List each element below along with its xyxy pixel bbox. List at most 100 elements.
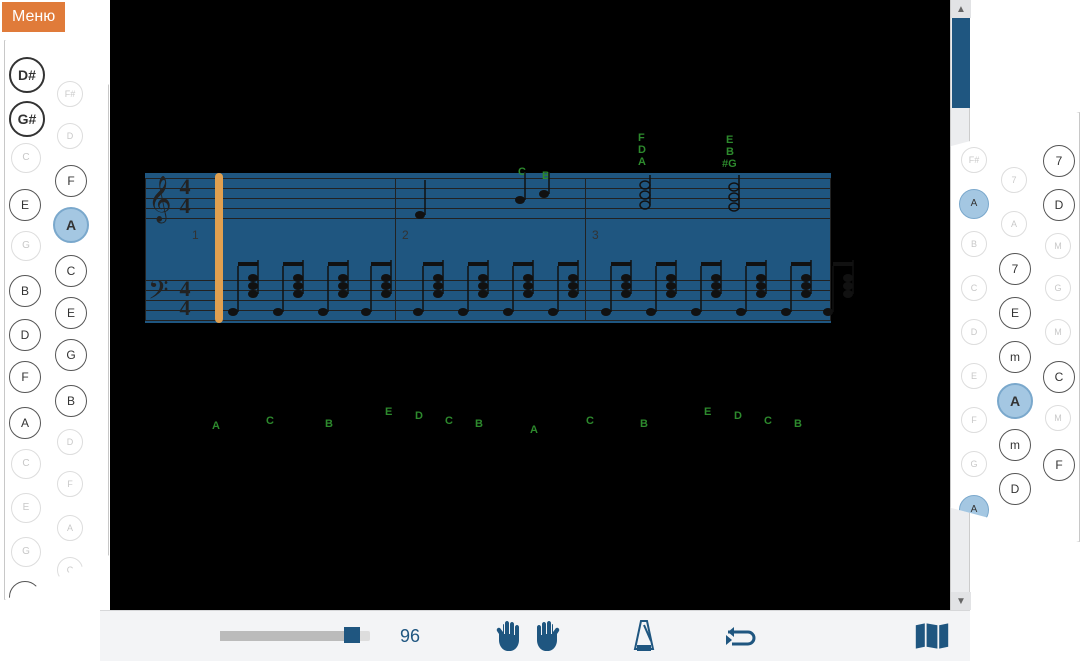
bass-clef-icon: 𝄢 bbox=[148, 275, 169, 313]
tempo-value: 96 bbox=[400, 626, 420, 647]
left-key[interactable]: E bbox=[55, 297, 87, 329]
left-key[interactable]: B bbox=[9, 275, 41, 307]
scroll-down-arrow-icon[interactable]: ▼ bbox=[951, 592, 971, 610]
note-letter: B bbox=[325, 418, 333, 430]
left-key-active[interactable]: A bbox=[53, 207, 89, 243]
bass-chord-group bbox=[270, 260, 316, 322]
left-key[interactable]: G bbox=[11, 537, 41, 567]
right-key[interactable]: 7 bbox=[1043, 145, 1075, 177]
right-key[interactable]: M bbox=[1045, 319, 1071, 345]
right-key[interactable]: m bbox=[999, 341, 1031, 373]
treble-timesig: 4 4 bbox=[176, 178, 194, 215]
right-key[interactable]: 7 bbox=[999, 253, 1031, 285]
right-key[interactable]: F# bbox=[961, 147, 987, 173]
bass-chord-group bbox=[688, 260, 734, 322]
left-key[interactable]: D bbox=[57, 123, 83, 149]
note-letter: A bbox=[212, 420, 220, 432]
right-key-active[interactable]: A bbox=[997, 383, 1033, 419]
right-key[interactable]: M bbox=[1045, 405, 1071, 431]
bass-chord-group bbox=[598, 260, 644, 322]
left-key[interactable]: F bbox=[55, 165, 87, 197]
right-key[interactable]: M bbox=[1045, 233, 1071, 259]
map-view-icon[interactable] bbox=[914, 620, 950, 652]
left-key[interactable]: A bbox=[9, 407, 41, 439]
right-key[interactable]: 7 bbox=[1001, 167, 1027, 193]
note-letter: D bbox=[734, 410, 742, 422]
bass-chord-group bbox=[455, 260, 501, 322]
right-key[interactable]: C bbox=[1043, 361, 1075, 393]
menu-button[interactable]: Меню bbox=[2, 2, 65, 32]
note-letter: B bbox=[640, 418, 648, 430]
playhead-cursor[interactable] bbox=[215, 173, 223, 323]
left-key[interactable]: F bbox=[9, 361, 41, 393]
note-letter: C bbox=[266, 415, 274, 427]
left-key-panel: D# G# C E G B D F A C E G B F# D F A C E… bbox=[4, 40, 109, 600]
right-hand-icon[interactable] bbox=[530, 620, 566, 652]
right-key[interactable]: D bbox=[961, 319, 987, 345]
right-key-panel: F# A B C D E F G A 7 A 7 E m A m D 7 D M… bbox=[950, 112, 1080, 542]
chord-letter: B bbox=[726, 146, 734, 158]
bottom-toolbar: 96 bbox=[100, 610, 970, 661]
bass-chord-group bbox=[315, 260, 361, 322]
scrollbar-thumb[interactable] bbox=[952, 18, 970, 108]
left-key[interactable]: G# bbox=[9, 101, 45, 137]
bass-timesig: 4 4 bbox=[176, 280, 194, 317]
right-key-active[interactable]: A bbox=[959, 189, 989, 219]
right-key[interactable]: D bbox=[1043, 189, 1075, 221]
note-letter: C bbox=[445, 415, 453, 427]
tempo-slider[interactable] bbox=[220, 631, 370, 641]
tempo-slider-handle[interactable] bbox=[344, 627, 360, 643]
left-key[interactable]: F# bbox=[57, 81, 83, 107]
loop-icon[interactable] bbox=[722, 620, 758, 652]
right-key[interactable]: E bbox=[961, 363, 987, 389]
left-key[interactable]: A bbox=[57, 515, 83, 541]
right-key[interactable]: F bbox=[961, 407, 987, 433]
left-key[interactable]: C bbox=[11, 143, 41, 173]
right-key[interactable]: B bbox=[961, 231, 987, 257]
left-key[interactable]: E bbox=[9, 189, 41, 221]
note-letter: A bbox=[530, 424, 538, 436]
note-letter: C bbox=[586, 415, 594, 427]
chord-letter: #G bbox=[722, 158, 737, 170]
bass-chord-group bbox=[410, 260, 456, 322]
left-key[interactable]: D bbox=[9, 319, 41, 351]
right-key[interactable]: F bbox=[1043, 449, 1075, 481]
left-key[interactable]: G bbox=[55, 339, 87, 371]
half-note-chord bbox=[724, 175, 754, 225]
measure-number: 1 bbox=[192, 228, 199, 242]
left-key[interactable]: B bbox=[55, 385, 87, 417]
chord-letter: E bbox=[726, 134, 733, 146]
note-letter: C bbox=[764, 415, 772, 427]
right-key[interactable]: E bbox=[999, 297, 1031, 329]
bass-chord-group bbox=[643, 260, 689, 322]
left-key[interactable]: E bbox=[11, 493, 41, 523]
left-key[interactable]: D# bbox=[9, 57, 45, 93]
bass-chord-group bbox=[545, 260, 591, 322]
bass-chord-group bbox=[733, 260, 779, 322]
right-key[interactable]: G bbox=[961, 451, 987, 477]
right-key[interactable]: G bbox=[1045, 275, 1071, 301]
left-key[interactable]: C bbox=[57, 557, 83, 583]
metronome-icon[interactable] bbox=[626, 620, 662, 652]
beamed-notes bbox=[510, 172, 570, 222]
left-hand-icon[interactable] bbox=[490, 620, 526, 652]
note-letter: B bbox=[794, 418, 802, 430]
left-key[interactable]: C bbox=[11, 449, 41, 479]
right-key[interactable]: A bbox=[1001, 211, 1027, 237]
scroll-up-arrow-icon[interactable]: ▲ bbox=[951, 0, 971, 18]
left-key[interactable]: G bbox=[11, 231, 41, 261]
left-key[interactable]: D bbox=[57, 429, 83, 455]
score-viewport[interactable]: 𝄞 𝄢 4 4 4 4 1 2 3 C B F D A E B #G bbox=[110, 0, 950, 610]
left-key[interactable]: B bbox=[9, 581, 41, 613]
right-key[interactable]: D bbox=[999, 473, 1031, 505]
bass-chord-group bbox=[820, 260, 866, 322]
chord-letter: D bbox=[638, 144, 646, 156]
barline bbox=[145, 178, 146, 320]
right-key[interactable]: m bbox=[999, 429, 1031, 461]
left-key[interactable]: C bbox=[55, 255, 87, 287]
note-letter: E bbox=[704, 406, 711, 418]
left-key[interactable]: F bbox=[57, 471, 83, 497]
timesig-bot: 4 bbox=[176, 299, 194, 318]
right-key[interactable]: C bbox=[961, 275, 987, 301]
measure-number: 2 bbox=[402, 228, 409, 242]
